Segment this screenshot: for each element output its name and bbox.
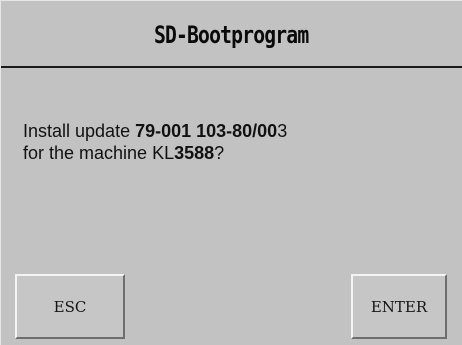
- prompt-line-2: for the machine KL3588?: [23, 142, 287, 164]
- page-title: SD-Bootprogram: [154, 20, 309, 49]
- update-version-suffix: 3: [277, 121, 288, 141]
- machine-number: 3588: [174, 143, 215, 163]
- boot-dialog-screen: SD-Bootprogram Install update 79-001 103…: [0, 0, 462, 345]
- update-prompt: Install update 79-001 103-80/003 for the…: [23, 120, 287, 164]
- enter-button[interactable]: ENTER: [351, 274, 447, 339]
- prompt-line-1: Install update 79-001 103-80/003: [23, 120, 287, 142]
- prompt-question-mark: ?: [214, 143, 225, 163]
- prompt-line-2-prefix: for the machine KL: [23, 143, 175, 163]
- prompt-line-1-prefix: Install update: [23, 121, 136, 141]
- update-version: 79-001 103-80/00: [135, 121, 278, 141]
- esc-button[interactable]: ESC: [15, 274, 125, 339]
- title-bar: SD-Bootprogram: [1, 1, 462, 68]
- esc-button-label: ESC: [53, 297, 87, 316]
- enter-button-label: ENTER: [370, 297, 428, 316]
